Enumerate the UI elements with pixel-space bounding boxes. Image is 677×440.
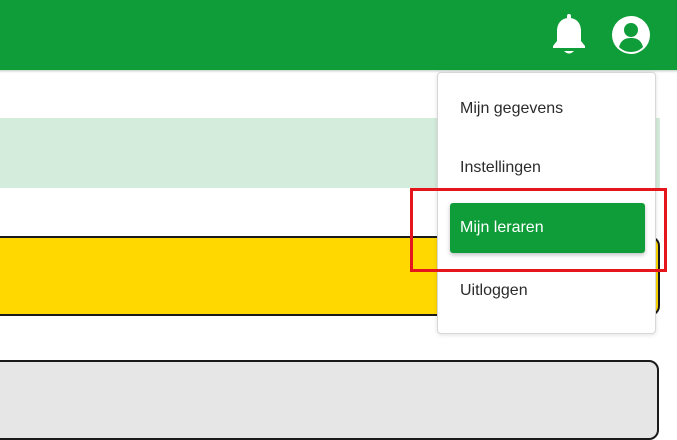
menu-item-instellingen[interactable]: Instellingen [450,143,645,193]
menu-item-mijn-gegevens[interactable]: Mijn gegevens [450,84,645,134]
user-circle-icon[interactable] [612,16,650,54]
highlight-box [410,188,667,272]
bell-icon[interactable] [550,14,588,56]
menu-item-uitloggen[interactable]: Uitloggen [450,266,645,316]
top-navigation-bar [0,0,677,70]
grey-card[interactable] [0,360,659,440]
